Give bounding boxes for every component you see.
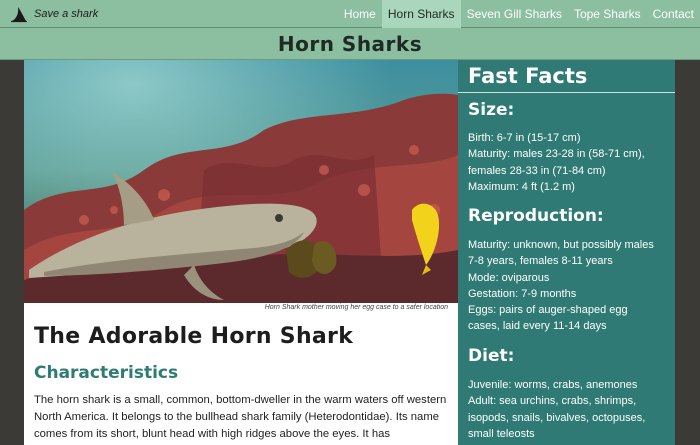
article-title: The Adorable Horn Shark — [34, 324, 354, 349]
size-facts: Birth: 6-7 in (15-17 cm) Maturity: males… — [468, 130, 673, 195]
size-fact: females 28-33 in (71-84 cm) — [468, 164, 606, 177]
diet-facts: Juvenile: worms, crabs, anemones Adult: … — [468, 377, 673, 442]
fast-facts-title: Fast Facts — [468, 64, 588, 88]
characteristics-paragraph: The horn shark is a small, common, botto… — [34, 394, 447, 440]
size-fact: Maximum: 4 ft (1.2 m) — [468, 180, 575, 193]
main-content: Horn Shark mother moving her egg case to… — [24, 60, 458, 445]
photo-caption: Horn Shark mother moving her egg case to… — [264, 304, 448, 311]
reproduction-fact: Maturity: unknown, but possibly males — [468, 239, 654, 251]
section-title-characteristics: Characteristics — [34, 363, 179, 383]
diet-fact: Juvenile: worms, crabs, anemones — [468, 379, 638, 391]
diet-fact: isopods, snails, bivalves, octopuses, — [468, 411, 646, 424]
reproduction-fact: Mode: oviparous — [468, 271, 550, 284]
brand[interactable]: Save a shark — [10, 5, 98, 23]
nav-seven-gill-sharks[interactable]: Seven Gill Sharks — [461, 0, 568, 28]
page-title-bar: Horn Sharks — [0, 28, 700, 60]
reproduction-fact: Gestation: 7-9 months — [468, 287, 577, 300]
size-fact: Maturity: males 23-28 in (58-71 cm), — [468, 148, 645, 161]
horn-shark-photo — [24, 60, 458, 303]
reproduction-fact: 7-8 years, females 8-11 years — [468, 255, 613, 268]
main-nav: Home Horn Sharks Seven Gill Sharks Tope … — [338, 0, 700, 28]
size-fact: Birth: 6-7 in (15-17 cm) — [468, 132, 581, 144]
diet-fact: small teleosts — [468, 427, 535, 440]
reproduction-heading: Reproduction: — [468, 206, 604, 226]
page-title: Horn Sharks — [277, 32, 423, 56]
page-margin — [675, 60, 700, 445]
reproduction-fact: Eggs: pairs of auger-shaped egg — [468, 304, 628, 317]
size-heading: Size: — [468, 100, 515, 120]
top-navbar: Save a shark Home Horn Sharks Seven Gill… — [0, 0, 700, 28]
nav-contact[interactable]: Contact — [647, 0, 700, 28]
brand-name: Save a shark — [34, 8, 99, 20]
shark-fin-icon — [11, 7, 27, 23]
diet-heading: Diet: — [468, 346, 515, 366]
reproduction-facts: Maturity: unknown, but possibly males 7-… — [468, 237, 673, 335]
divider — [458, 92, 675, 93]
diet-fact: Adult: sea urchins, crabs, shrimps, — [468, 395, 637, 408]
nav-home[interactable]: Home — [338, 0, 382, 28]
nav-horn-sharks[interactable]: Horn Sharks — [381, 0, 461, 28]
reproduction-fact: cases, laid every 11-14 days — [468, 320, 607, 333]
nav-tope-sharks[interactable]: Tope Sharks — [568, 0, 647, 28]
fast-facts-sidebar: Fast Facts Size: Birth: 6-7 in (15-17 cm… — [458, 60, 675, 445]
